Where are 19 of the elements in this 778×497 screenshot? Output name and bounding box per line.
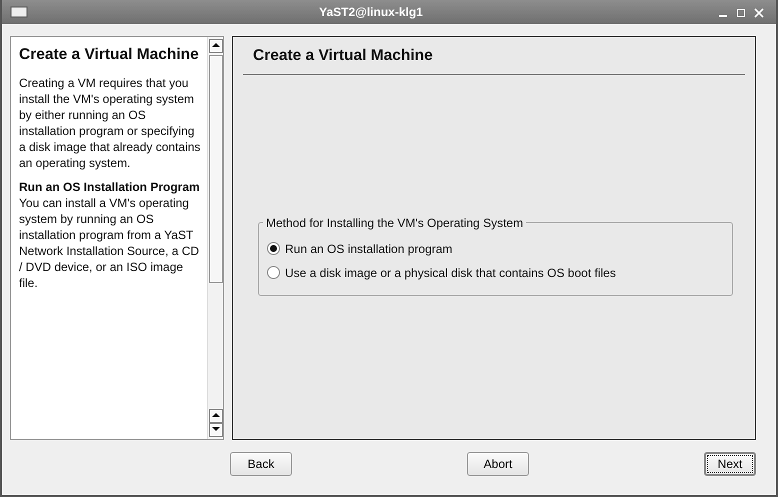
- radio-label[interactable]: Use a disk image or a physical disk that contains OS boot files: [285, 264, 616, 282]
- page-title: Create a Virtual Machine: [253, 47, 434, 66]
- help-paragraph: You can install a VM's operating system by running an OS installation program from a YaST Network Installation Source, a CD / DVD device, or an ISO image file.: [19, 195, 200, 291]
- help-title: Create a Virtual Machine: [19, 45, 200, 65]
- radio-button[interactable]: [267, 266, 280, 280]
- scrollbar[interactable]: [207, 37, 223, 439]
- scroll-up-icon[interactable]: [209, 39, 223, 53]
- help-heading: Run an OS Installation Program: [19, 179, 201, 195]
- next-button[interactable]: Next: [704, 452, 756, 476]
- scroll-up-icon[interactable]: [209, 409, 223, 423]
- back-button[interactable]: Back: [230, 452, 292, 476]
- radio-label[interactable]: Run an OS installation program: [285, 240, 452, 258]
- help-paragraph: Creating a VM requires that you install the VM's operating system by either running an OS installation program or specifying a disk image that already contains an operating system.: [19, 75, 201, 171]
- abort-button[interactable]: Abort: [467, 452, 529, 476]
- scroll-thumb[interactable]: [209, 55, 223, 283]
- window-menu-icon[interactable]: [10, 6, 28, 18]
- scroll-down-icon[interactable]: [209, 423, 223, 437]
- window-title: YaST2@linux-klg1: [318, 4, 424, 21]
- radio-button[interactable]: [267, 242, 280, 256]
